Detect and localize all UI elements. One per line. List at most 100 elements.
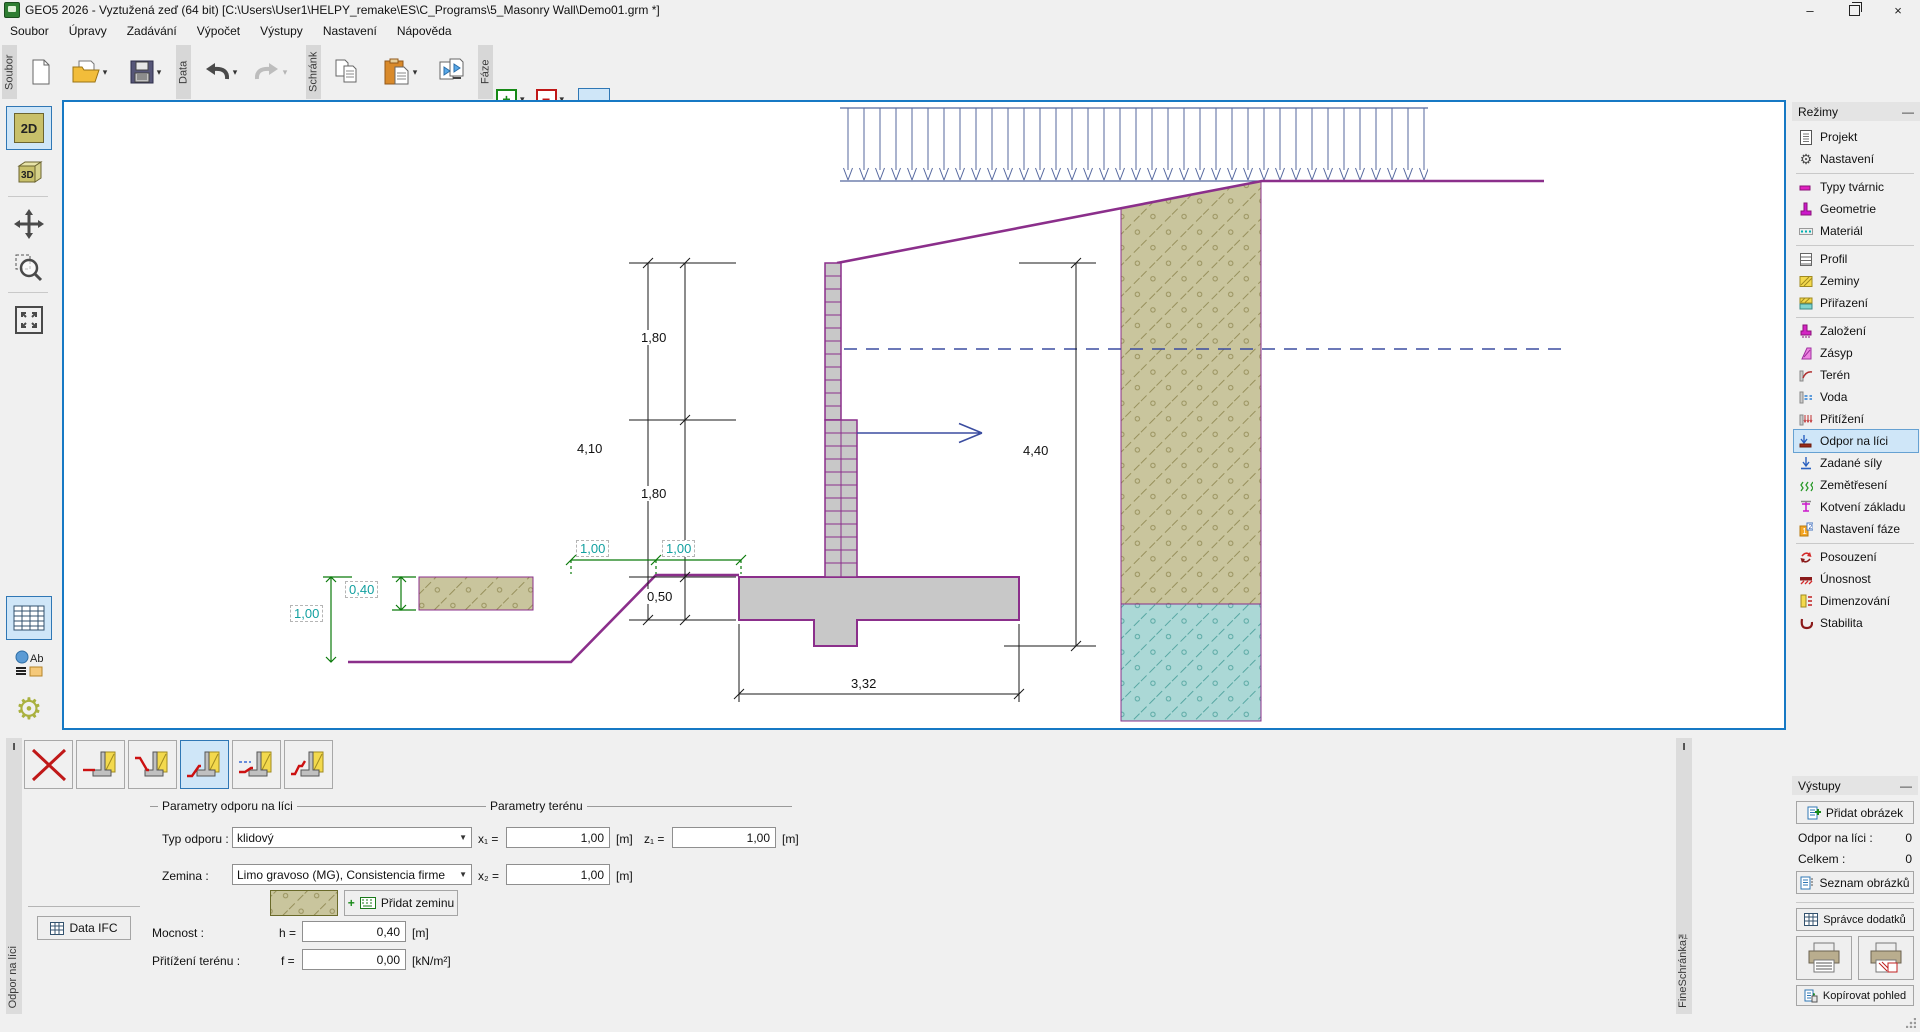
sidebar-item-nastaveni[interactable]: ⚙ Nastavení <box>1794 148 1918 170</box>
soil-select[interactable]: Limo gravoso (MG), Consistencia firme ▼ <box>232 864 472 885</box>
menu-vystupy[interactable]: Výstupy <box>250 22 313 40</box>
paste-dropdown[interactable]: ▾ <box>413 67 418 78</box>
fit-view-button[interactable] <box>6 298 52 342</box>
drawing-canvas[interactable]: 1,80 4,10 1,80 0,50 3,32 4,40 1,00 0,40 … <box>62 100 1786 730</box>
add-soil-button[interactable]: + Přidat zeminu <box>344 890 458 916</box>
annotation-button[interactable]: Ab <box>6 642 52 686</box>
undo-button[interactable]: ▾ <box>196 46 244 98</box>
add-picture-button[interactable]: Přidat obrázek <box>1796 801 1914 824</box>
copy-view-label: Kopírovat pohled <box>1823 990 1906 1002</box>
minimize-button[interactable]: – <box>1788 0 1832 20</box>
menu-nastaveni[interactable]: Nastavení <box>313 22 387 40</box>
surcharge-value: 0,00 <box>377 953 400 967</box>
terrain-line-front <box>348 575 739 662</box>
addon-manager-button[interactable]: Správce dodatků <box>1796 908 1914 931</box>
sidebar-item-kotveni-zakladu[interactable]: Kotvení základu <box>1794 496 1918 518</box>
menu-zadavani[interactable]: Zadávání <box>117 22 187 40</box>
sidebar-item-material[interactable]: Materiál <box>1794 220 1918 242</box>
splitter-grip[interactable]: I <box>1676 742 1692 753</box>
data-ifc-button[interactable]: Data IFC <box>37 916 131 940</box>
save-dropdown[interactable]: ▾ <box>157 67 162 78</box>
sidebar-item-zeminy[interactable]: Zeminy <box>1794 270 1918 292</box>
view-3d-button[interactable]: 3D <box>6 150 52 194</box>
table-view-button[interactable] <box>6 596 52 640</box>
sidebar-item-odpor-na-lici[interactable]: Odpor na líci <box>1794 430 1918 452</box>
sidebar-item-profil[interactable]: Profil <box>1794 248 1918 270</box>
sidebar-item-nastaveni-faze[interactable]: 12 Nastavení fáze <box>1794 518 1918 540</box>
open-dropdown[interactable]: ▾ <box>103 67 108 78</box>
print-document-button[interactable] <box>1796 936 1852 980</box>
settings-view-button[interactable]: ⚙ <box>6 688 52 732</box>
editable-dimension-lines <box>323 555 746 662</box>
copy-view-button[interactable]: Kopírovat pohled <box>1796 985 1914 1006</box>
dim-x1[interactable]: 1,00 <box>576 540 609 557</box>
sidebar-item-typy-tvarnic[interactable]: Typy tvárnic <box>1794 176 1918 198</box>
new-file-button[interactable] <box>22 46 60 98</box>
sidebar-item-posouzeni[interactable]: Posouzení <box>1794 546 1918 568</box>
combo-arrow-icon: ▼ <box>459 833 467 842</box>
scheme-none-button[interactable] <box>24 740 73 789</box>
sidebar-item-geometrie[interactable]: Geometrie <box>1794 198 1918 220</box>
sidebar-item-dimenzovani[interactable]: Dimenzování <box>1794 590 1918 612</box>
sidebar-item-zadane-sily[interactable]: Zadané síly <box>1794 452 1918 474</box>
dim-x2[interactable]: 1,00 <box>662 540 695 557</box>
earthquake-icon <box>1798 478 1814 493</box>
sidebar-item-prirazeni[interactable]: Přiřazení <box>1794 292 1918 314</box>
surcharge-field[interactable]: 0,00 <box>302 949 406 970</box>
sidebar-item-teren[interactable]: Terén <box>1794 364 1918 386</box>
undo-dropdown[interactable]: ▾ <box>233 67 238 78</box>
zoom-select-icon <box>14 253 44 283</box>
sidebar-item-voda[interactable]: Voda <box>1794 386 1918 408</box>
view-2d-button[interactable]: 2D <box>6 106 52 150</box>
sidebar-item-stabilita[interactable]: Stabilita <box>1794 612 1918 634</box>
menu-napoveda[interactable]: Nápověda <box>387 22 462 40</box>
profile-table-icon <box>1798 252 1814 267</box>
zoom-tool-button[interactable] <box>6 246 52 290</box>
dim-layer-thickness[interactable]: 0,40 <box>345 581 378 598</box>
x1-field[interactable]: 1,00 <box>506 827 610 848</box>
dim-front-depth[interactable]: 1,00 <box>290 605 323 622</box>
compare-views-button[interactable] <box>430 46 474 98</box>
restore-button[interactable] <box>1832 0 1876 20</box>
thickness-field[interactable]: 0,40 <box>302 921 406 942</box>
scheme-flat-button[interactable] <box>76 740 125 789</box>
frame-left-strip[interactable]: I Odpor na líci <box>6 738 22 1014</box>
resistance-type-select[interactable]: klidový ▼ <box>232 827 472 848</box>
copy-button[interactable] <box>326 46 368 98</box>
outputs-collapse-button[interactable]: — <box>1900 779 1912 793</box>
z1-field[interactable]: 1,00 <box>672 827 776 848</box>
scheme-slope-down-button[interactable] <box>128 740 177 789</box>
sidebar-item-zasyp[interactable]: Zásyp <box>1794 342 1918 364</box>
applied-forces-icon <box>1798 456 1814 471</box>
x2-value: 1,00 <box>581 868 604 882</box>
scheme-berm-button[interactable] <box>284 740 333 789</box>
menu-vypocet[interactable]: Výpočet <box>187 22 250 40</box>
x2-field[interactable]: 1,00 <box>506 864 610 885</box>
picture-list-button[interactable]: Seznam obrázků <box>1796 871 1914 894</box>
redo-button[interactable]: ▾ <box>246 46 294 98</box>
modes-collapse-button[interactable]: — <box>1902 105 1914 119</box>
sidebar-item-unosnost[interactable]: Únosnost <box>1794 568 1918 590</box>
paste-button[interactable]: ▾ <box>372 46 428 98</box>
sidebar-item-projekt[interactable]: Projekt <box>1794 126 1918 148</box>
resize-grip[interactable] <box>1906 1018 1916 1028</box>
save-button[interactable]: ▾ <box>118 46 172 98</box>
scheme-water-button[interactable] <box>232 740 281 789</box>
print-picture-button[interactable] <box>1858 936 1914 980</box>
menu-upravy[interactable]: Úpravy <box>59 22 117 40</box>
pan-tool-button[interactable] <box>6 202 52 246</box>
fineschranka-strip[interactable]: I FineSchránka™ <box>1676 738 1692 1014</box>
window-title: GEO5 2026 - Vyztužená zeď (64 bit) [C:\U… <box>25 3 660 17</box>
splitter-grip[interactable]: I <box>6 742 22 753</box>
sidebar-item-pritizeni[interactable]: Přitížení <box>1794 408 1918 430</box>
z1-label: z₁ = <box>644 832 664 846</box>
surcharge-label: Přitížení terénu : <box>152 954 240 968</box>
sidebar-item-zalozeni[interactable]: Založení <box>1794 320 1918 342</box>
sidebar-item-zemetreseni[interactable]: Zemětřesení <box>1794 474 1918 496</box>
menu-soubor[interactable]: Soubor <box>0 22 59 40</box>
open-file-button[interactable]: ▾ <box>62 46 116 98</box>
svg-text:2: 2 <box>1809 524 1813 531</box>
soil-column <box>1121 181 1261 721</box>
scheme-slope-up-button[interactable] <box>180 740 229 789</box>
close-button[interactable]: × <box>1876 0 1920 20</box>
